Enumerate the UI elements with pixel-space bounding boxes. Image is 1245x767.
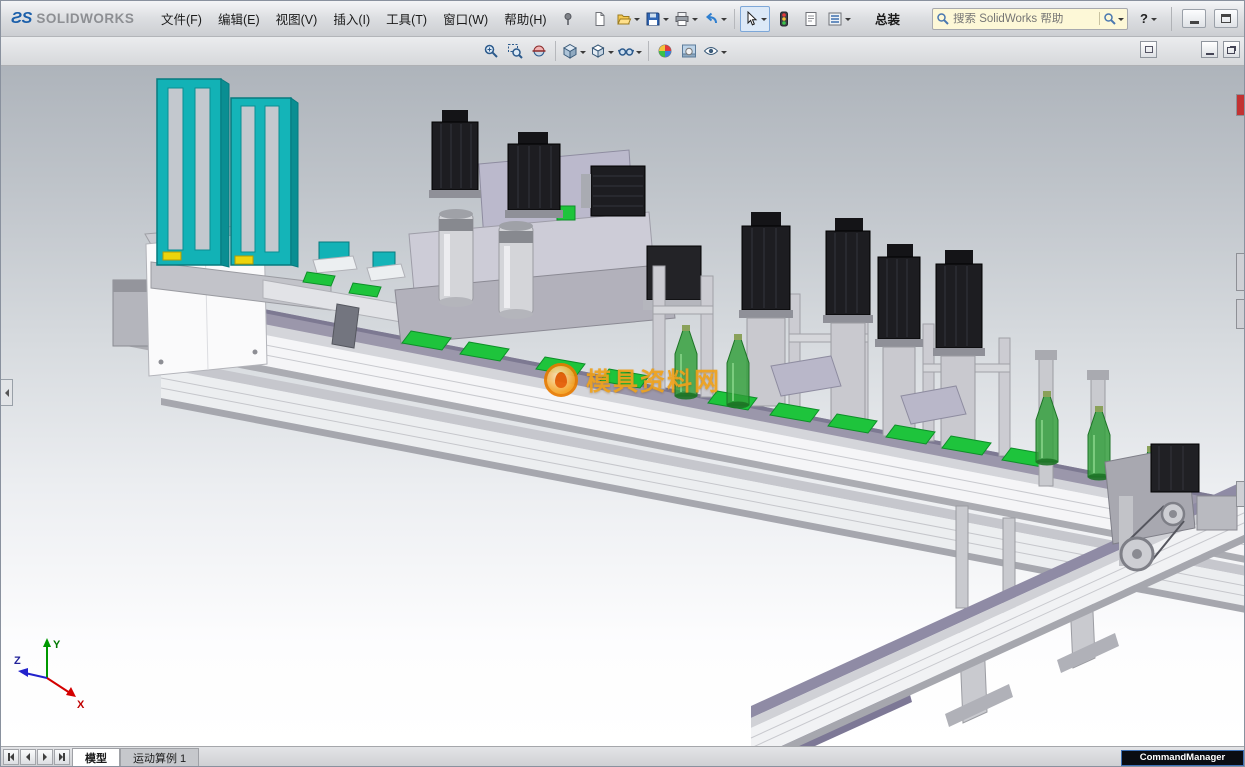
triad-z-label: Z: [14, 655, 21, 667]
menu-tools[interactable]: 工具(T): [378, 4, 435, 33]
titlebar: ƧS SOLIDWORKS 文件(F) 编辑(E) 视图(V) 插入(I) 工具…: [1, 1, 1244, 37]
menu-window[interactable]: 窗口(W): [435, 4, 496, 33]
triad-y-label: Y: [53, 639, 61, 651]
next-tab-button[interactable]: [37, 749, 53, 765]
tab-motion-study-label: 运动算例 1: [133, 750, 186, 766]
doc-restore-icon: [1227, 47, 1235, 54]
tab-motion-study[interactable]: 运动算例 1: [120, 748, 199, 766]
document-window-controls: [1140, 41, 1240, 58]
magazine-rack-right[interactable]: [231, 98, 298, 267]
brand-name: SOLIDWORKS: [36, 11, 134, 26]
search-input[interactable]: [953, 13, 1095, 25]
minimize-button[interactable]: [1182, 9, 1206, 28]
section-view-icon[interactable]: [527, 39, 551, 63]
maximize-icon: [1221, 14, 1231, 23]
minimize-icon: [1190, 21, 1199, 24]
prev-tab-button[interactable]: [20, 749, 36, 765]
feature-tree-flyout[interactable]: [1, 379, 13, 406]
titlebar-right: 总装 ?: [875, 7, 1240, 31]
first-tab-button[interactable]: [3, 749, 19, 765]
undo-icon[interactable]: [701, 6, 729, 32]
tab-model-label: 模型: [85, 750, 107, 766]
menu-view[interactable]: 视图(V): [268, 4, 326, 33]
menu-file[interactable]: 文件(F): [153, 4, 210, 33]
print-icon[interactable]: [672, 6, 700, 32]
solidworks-window: ƧS SOLIDWORKS 文件(F) 编辑(E) 视图(V) 插入(I) 工具…: [0, 0, 1245, 767]
view-orientation-icon[interactable]: [560, 39, 588, 63]
press-motor-2[interactable]: [505, 132, 563, 218]
assembly-model-3d[interactable]: [1, 66, 1244, 746]
statusbar: 模型 运动算例 1 CommandManager: [1, 746, 1244, 766]
display-style-icon[interactable]: [588, 39, 616, 63]
help-icon: ?: [1140, 11, 1148, 26]
zoom-in-out-icon[interactable]: [479, 39, 503, 63]
app-logo: ƧS SOLIDWORKS: [5, 10, 153, 28]
search-icon: [1103, 12, 1116, 25]
file-properties-icon[interactable]: [798, 6, 824, 32]
maximize-button[interactable]: [1214, 9, 1238, 28]
menubar: 文件(F) 编辑(E) 视图(V) 插入(I) 工具(T) 窗口(W) 帮助(H…: [153, 4, 581, 33]
tab-navigation: [1, 747, 72, 766]
view-settings-icon[interactable]: [701, 39, 729, 63]
triad-x-label: X: [77, 699, 85, 710]
document-title: 总装: [875, 9, 900, 28]
standard-toolbar: [587, 6, 853, 32]
zoom-area-icon[interactable]: [503, 39, 527, 63]
command-manager-tab[interactable]: CommandManager: [1121, 750, 1244, 766]
rebuild-icon[interactable]: [771, 6, 797, 32]
magazine-rack-left[interactable]: [157, 79, 229, 267]
graphics-viewport[interactable]: 模具资料网 Y X Z: [1, 66, 1244, 746]
panel-icon: [1145, 46, 1153, 53]
last-tab-button[interactable]: [54, 749, 70, 765]
new-document-icon[interactable]: [587, 6, 613, 32]
task-pane-toggle-button[interactable]: [1140, 41, 1157, 58]
doc-minimize-icon: [1206, 53, 1214, 55]
apply-scene-icon[interactable]: [677, 39, 701, 63]
coordinate-triad: Y X Z: [13, 630, 93, 710]
ds-logo-icon: ƧS: [11, 10, 32, 28]
task-pane-tab-1[interactable]: [1236, 253, 1244, 291]
options-icon[interactable]: [825, 6, 853, 32]
task-pane-tab-3[interactable]: [1236, 481, 1244, 507]
task-pane-tab-2[interactable]: [1236, 299, 1244, 329]
press-motor-3[interactable]: [581, 166, 645, 216]
save-icon[interactable]: [643, 6, 671, 32]
help-button[interactable]: ?: [1136, 9, 1161, 28]
gantry-motor-2[interactable]: [823, 218, 873, 426]
search-submit-button[interactable]: [1099, 12, 1124, 25]
menu-insert[interactable]: 插入(I): [325, 4, 378, 33]
select-icon[interactable]: [740, 6, 770, 32]
hide-show-icon[interactable]: [616, 39, 644, 63]
menu-help[interactable]: 帮助(H): [496, 4, 554, 33]
view-toolbar: [1, 37, 1244, 66]
collapse-arrow-icon: [1, 389, 9, 397]
doc-restore-button[interactable]: [1223, 41, 1240, 58]
side-gearbox[interactable]: [643, 246, 705, 310]
press-motor-1[interactable]: [429, 110, 481, 198]
edit-appearance-icon[interactable]: [653, 39, 677, 63]
task-pane-tab-red[interactable]: [1236, 94, 1244, 116]
menu-edit[interactable]: 编辑(E): [210, 4, 268, 33]
search-icon: [936, 12, 949, 25]
doc-minimize-button[interactable]: [1201, 41, 1218, 58]
open-icon[interactable]: [614, 6, 642, 32]
pin-icon[interactable]: [555, 6, 581, 32]
tab-model[interactable]: 模型: [72, 748, 120, 766]
help-search-box: [932, 8, 1128, 30]
